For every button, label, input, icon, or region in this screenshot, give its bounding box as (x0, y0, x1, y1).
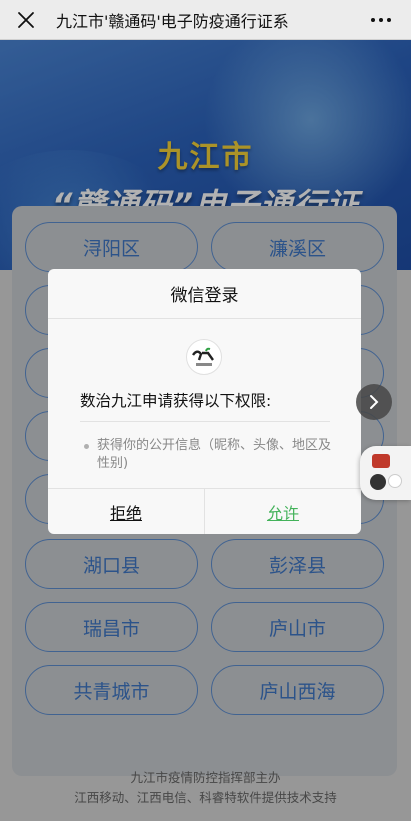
floating-widget[interactable] (360, 446, 411, 500)
divider (80, 421, 330, 422)
app-logo-icon (186, 339, 222, 375)
bullet-icon (84, 444, 89, 449)
more-button[interactable] (351, 0, 411, 40)
close-button[interactable] (0, 0, 52, 40)
reject-button[interactable]: 拒绝 (48, 489, 205, 534)
permission-item: 获得你的公开信息（昵称、头像、地区及性别) (84, 437, 332, 473)
allow-button[interactable]: 允许 (205, 489, 361, 534)
permission-text: 获得你的公开信息（昵称、头像、地区及性别) (97, 438, 332, 471)
page-title: 九江市'赣通码'电子防疫通行证系 (56, 11, 289, 31)
link-icon (388, 474, 402, 488)
wechat-login-dialog: 微信登录 数治九江申请获得以下权限: 获得你的公开信息（昵称、头像、地区及性别)… (48, 269, 361, 534)
dialog-title: 微信登录 (48, 269, 361, 319)
chevron-right-icon (370, 395, 379, 409)
next-arrow-button[interactable] (356, 384, 392, 420)
close-icon (18, 11, 34, 28)
dialog-actions: 拒绝 允许 (48, 488, 361, 534)
badge-icon (372, 454, 390, 468)
permission-heading: 数治九江申请获得以下权限: (80, 392, 272, 410)
more-dots-icon (371, 17, 375, 22)
menu-icon (370, 474, 386, 490)
nav-bar: 九江市'赣通码'电子防疫通行证系 (0, 0, 411, 40)
